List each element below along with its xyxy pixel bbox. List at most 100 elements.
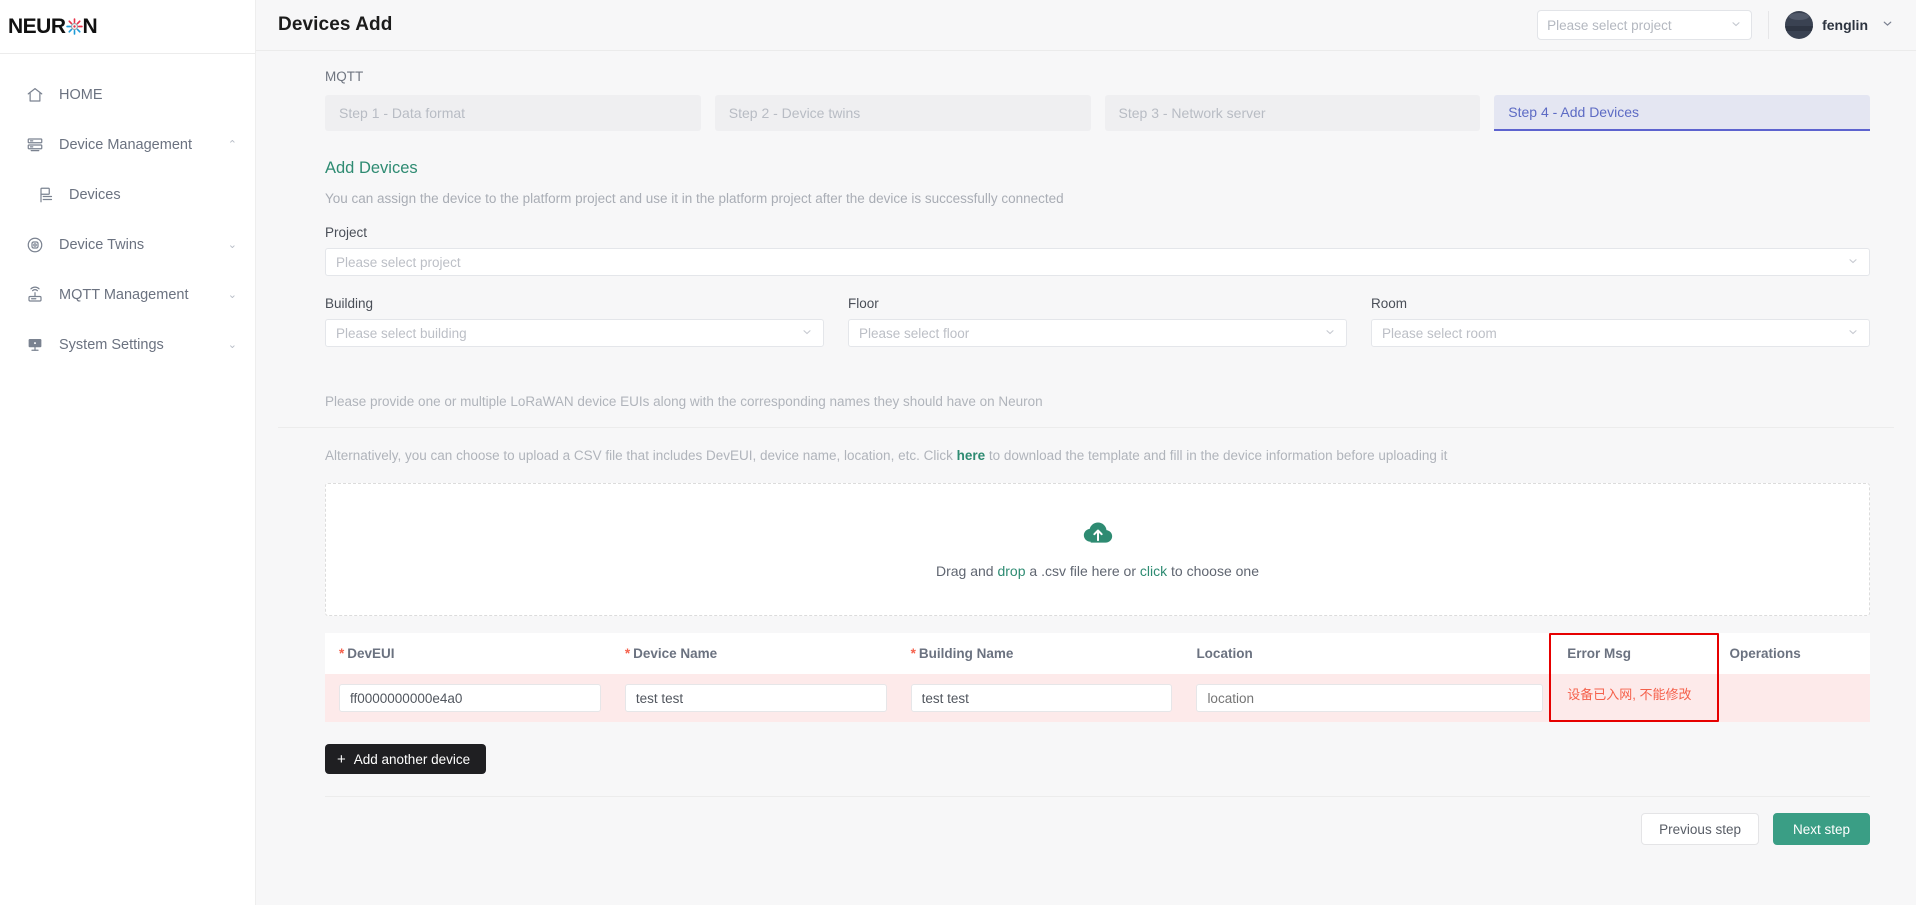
sidebar-item-device-twins[interactable]: Device Twins ⌄ — [0, 220, 255, 270]
sidebar-item-label: MQTT Management — [59, 287, 189, 303]
chevron-down-icon[interactable]: ⌄ — [228, 339, 237, 351]
cell-operations — [1715, 674, 1870, 722]
floor-select[interactable]: Please select floor — [848, 319, 1347, 347]
col-error-msg: Error Msg — [1553, 633, 1716, 674]
required-asterisk: * — [339, 646, 345, 661]
sidebar-item-label: Device Twins — [59, 237, 145, 253]
cell-building-name — [896, 674, 1183, 722]
device-name-input[interactable] — [624, 684, 887, 712]
dropzone-text-click[interactable]: click — [1140, 563, 1167, 579]
dropzone-text-before: Drag and — [936, 562, 998, 579]
chevron-up-icon[interactable]: ⌃ — [228, 139, 237, 151]
col-deveui: * DevEUI — [325, 633, 611, 674]
chevron-down-icon — [1324, 326, 1336, 341]
sidebar: NEUR N HOME Device Management ⌃ Devices … — [0, 0, 256, 905]
chevron-down-icon — [1730, 18, 1742, 33]
sidebar-item-mqtt-management[interactable]: MQTT Management ⌄ — [0, 270, 255, 320]
building-select[interactable]: Please select building — [325, 319, 824, 347]
monitor-icon — [26, 336, 48, 354]
col-device-name: * Device Name — [610, 633, 897, 674]
location-input[interactable] — [1196, 684, 1544, 712]
deveui-input[interactable] — [339, 684, 601, 712]
user-name: fenglin — [1822, 17, 1868, 33]
hint-line-2-before: Alternatively, you can choose to upload … — [325, 448, 953, 463]
devices-table-body: 设备已入网, 不能修改 — [325, 674, 1870, 722]
room-label: Room — [1371, 296, 1408, 311]
sidebar-item-label: Devices — [69, 187, 121, 203]
room-select[interactable]: Please select room — [1371, 319, 1870, 347]
brand-logo[interactable]: NEUR N — [0, 0, 255, 54]
step-tab-4[interactable]: Step 4 - Add Devices — [1494, 95, 1870, 131]
step-tab-1[interactable]: Step 1 - Data format — [325, 95, 701, 131]
add-another-device-button[interactable]: + Add another device — [325, 744, 487, 774]
section-description: You can assign the device to the platfor… — [325, 191, 1064, 206]
neuron-spark-icon — [65, 18, 83, 35]
floor-label: Floor — [848, 296, 879, 311]
project-select-placeholder: Please select project — [336, 254, 461, 270]
sidebar-item-label: HOME — [59, 87, 103, 103]
step-label: Step 2 - Device twins — [728, 105, 861, 121]
topbar-project-select[interactable]: Please select project — [1537, 10, 1753, 40]
next-step-button[interactable]: Next step — [1772, 813, 1870, 845]
step-tab-2[interactable]: Step 2 - Device twins — [714, 95, 1091, 131]
dropzone-text-after: to choose one — [1167, 562, 1259, 579]
home-icon — [26, 86, 48, 104]
building-name-input[interactable] — [910, 684, 1173, 712]
col-operations: Operations — [1715, 633, 1870, 674]
col-location: Location — [1182, 633, 1554, 674]
user-menu[interactable]: fenglin — [1785, 11, 1894, 39]
hint-line-2-after: to download the template and fill in the… — [988, 448, 1448, 463]
col-label: Operations — [1729, 646, 1801, 661]
csv-dropzone[interactable]: Drag and drop a .csv file here or click … — [325, 483, 1870, 616]
floor-select-placeholder: Please select floor — [859, 325, 970, 341]
server-icon — [26, 136, 48, 154]
dropzone-text-mid: a .csv file here or — [1025, 562, 1140, 579]
add-another-device-label: Add another device — [353, 751, 471, 767]
sidebar-nav: HOME Device Management ⌃ Devices Device … — [0, 54, 255, 370]
devices-icon — [38, 186, 60, 204]
project-label: Project — [325, 225, 368, 240]
divider — [1768, 11, 1770, 39]
previous-step-button[interactable]: Previous step — [1641, 813, 1759, 845]
sidebar-item-label: Device Management — [59, 137, 192, 153]
col-label: Device Name — [633, 646, 718, 661]
chevron-down-icon — [1847, 326, 1859, 341]
project-field: Project Please select project — [278, 206, 1894, 276]
dropzone-text-drop: drop — [997, 562, 1026, 579]
cell-location — [1182, 674, 1554, 722]
chevron-down-icon[interactable]: ⌄ — [228, 289, 237, 301]
hint-line-2: Alternatively, you can choose to upload … — [278, 428, 1894, 463]
cell-error-msg: 设备已入网, 不能修改 — [1553, 674, 1716, 722]
devices-table-wrap: * DevEUI * Device Name * Building Name Loca… — [325, 633, 1870, 722]
router-icon — [26, 286, 48, 304]
topbar: Devices Add Please select project fengli… — [256, 0, 1916, 51]
breadcrumb: MQTT — [325, 69, 364, 84]
project-select[interactable]: Please select project — [325, 248, 1870, 276]
csv-template-link[interactable]: here — [957, 448, 986, 463]
devices-table-head: * DevEUI * Device Name * Building Name Loca… — [325, 633, 1870, 674]
col-building-name: * Building Name — [896, 633, 1183, 674]
brand-name-part2: N — [82, 14, 98, 38]
sidebar-item-system-settings[interactable]: System Settings ⌄ — [0, 320, 255, 370]
cell-device-name — [610, 674, 897, 722]
step-tab-3[interactable]: Step 3 - Network server — [1104, 95, 1481, 131]
step-tabs: Step 1 - Data format Step 2 - Device twi… — [278, 95, 1894, 131]
sidebar-item-home[interactable]: HOME — [0, 70, 255, 120]
building-field: Building Please select building — [325, 296, 824, 347]
section-title: Add Devices — [325, 159, 418, 177]
sidebar-item-device-management[interactable]: Device Management ⌃ — [0, 120, 255, 170]
col-label: DevEUI — [347, 646, 395, 661]
table-header-row: * DevEUI * Device Name * Building Name Loca… — [325, 633, 1870, 674]
topbar-project-select-placeholder: Please select project — [1547, 17, 1672, 33]
location-fields: Building Please select building Floor Pl… — [278, 276, 1894, 347]
floor-field: Floor Please select floor — [848, 296, 1347, 347]
page-title: Devices Add — [278, 14, 393, 35]
building-select-placeholder: Please select building — [336, 325, 467, 341]
required-asterisk: * — [624, 646, 631, 661]
chevron-down-icon[interactable] — [1881, 17, 1894, 33]
chevron-down-icon[interactable]: ⌄ — [228, 239, 237, 251]
sidebar-item-devices[interactable]: Devices — [0, 170, 255, 220]
building-label: Building — [325, 296, 374, 311]
cell-deveui — [325, 674, 611, 722]
app-root: NEUR N HOME Device Management ⌃ Devices … — [0, 0, 1916, 905]
